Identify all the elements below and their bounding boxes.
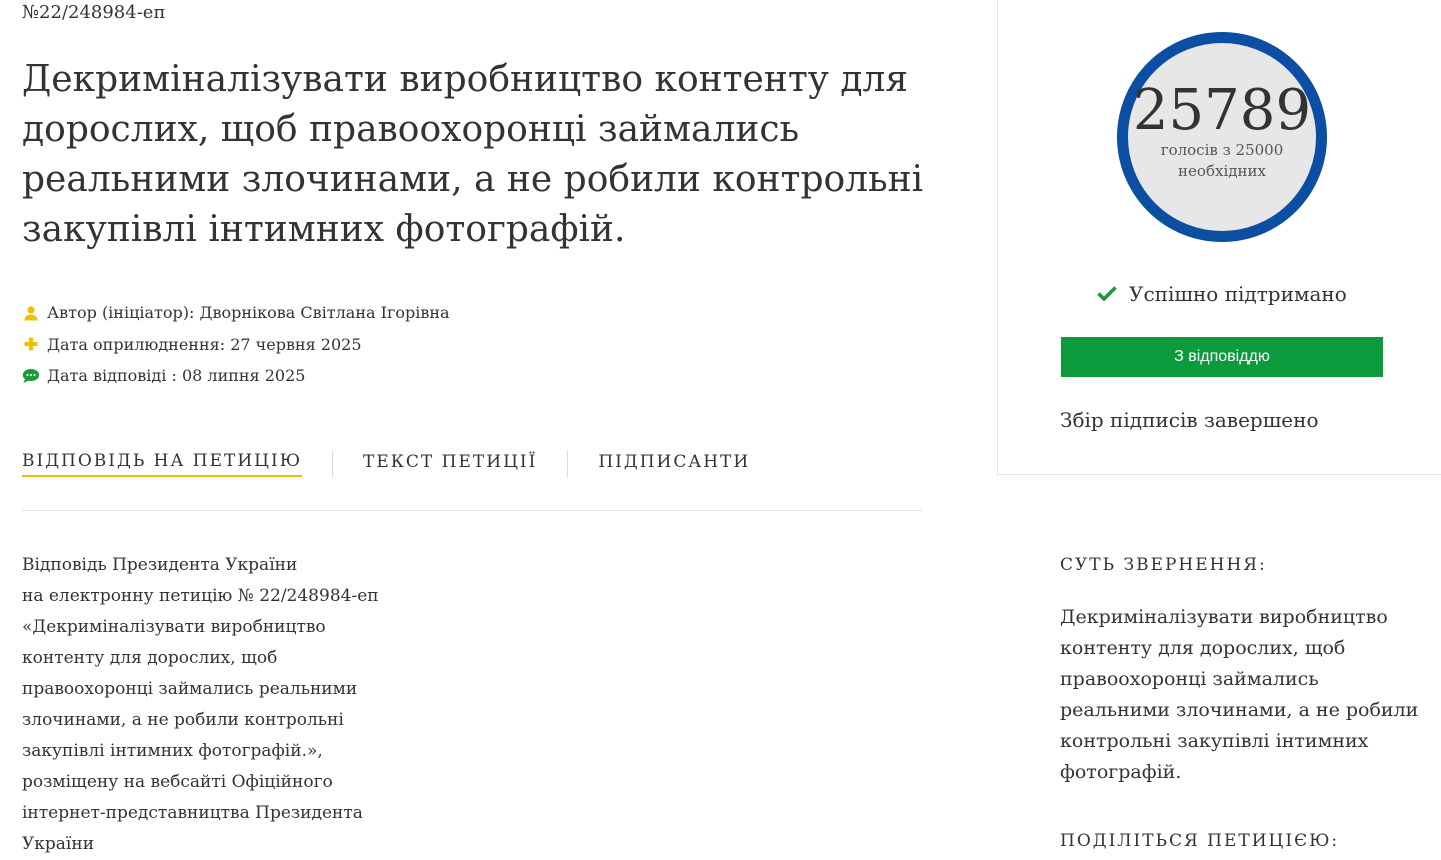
meta-published: Дата оприлюднення: 27 червня 2025: [22, 329, 450, 361]
vote-counter: 25789 голосів з 25000 необхідних: [1117, 32, 1327, 242]
answer-line: злочинами, а не робили контрольні: [22, 710, 344, 730]
status-badge: Успішно підтримано: [1097, 282, 1347, 306]
essence-line: контрольні закупівлі інтимних: [1060, 730, 1369, 752]
essence-line: реальними злочинами, а не робили: [1060, 699, 1419, 721]
meta-published-text: Дата оприлюднення: 27 червня 2025: [47, 334, 362, 354]
essence-line: контенту для дорослих, щоб: [1060, 637, 1346, 659]
meta-answered-text: Дата відповіді : 08 липня 2025: [47, 366, 306, 386]
meta-author: Автор (ініціатор): Дворнікова Світлана І…: [22, 297, 450, 329]
petition-tabs: ВІДПОВІДЬ НА ПЕТИЦІЮ ТЕКСТ ПЕТИЦІЇ ПІДПИ…: [22, 450, 750, 478]
tabs-divider: [22, 510, 922, 511]
essence-line: правоохоронці займались: [1060, 668, 1319, 690]
check-icon: [1097, 282, 1117, 306]
user-icon: [22, 304, 40, 322]
petition-title: Декриміналізувати виробництво контенту д…: [22, 59, 924, 250]
with-answer-button[interactable]: З відповіддю: [1061, 337, 1383, 377]
share-heading: ПОДІЛІТЬСЯ ПЕТИЦІЄЮ:: [1060, 831, 1340, 851]
essence-line: Декриміналізувати виробництво: [1060, 606, 1388, 628]
answer-text: Відповідь Президента України на електрон…: [22, 550, 422, 860]
essence-heading: СУТЬ ЗВЕРНЕННЯ:: [1060, 555, 1267, 575]
vote-count: 25789: [1132, 78, 1312, 143]
answer-line: Відповідь Президента України: [22, 555, 298, 575]
essence-text: Декриміналізувати виробництво контенту д…: [1060, 602, 1440, 788]
answer-line: контенту для дорослих, щоб: [22, 648, 278, 668]
tab-divider: [332, 451, 334, 477]
answer-line: інтернет-представництва Президента: [22, 803, 363, 823]
essence-line: фотографій.: [1060, 761, 1182, 783]
comment-icon: [22, 367, 40, 385]
tab-petition-text[interactable]: ТЕКСТ ПЕТИЦІЇ: [363, 452, 537, 476]
answer-line: на електронну петицію № 22/248984-еп: [22, 586, 379, 606]
answer-line: правоохоронці займались реальними: [22, 679, 358, 699]
answer-line: розміщену на вебсайті Офіційного: [22, 772, 333, 792]
vote-caption: голосів з 25000 необхідних: [1160, 141, 1284, 180]
answer-line: закупівлі інтимних фотографій.»,: [22, 741, 323, 761]
meta-answered: Дата відповіді : 08 липня 2025: [22, 360, 450, 392]
answer-line: «Декриміналізувати виробництво: [22, 617, 326, 637]
tab-signatories[interactable]: ПІДПИСАНТИ: [598, 452, 750, 476]
collection-status: Збір підписів завершено: [1060, 408, 1319, 432]
status-text: Успішно підтримано: [1129, 282, 1347, 306]
tab-divider: [567, 451, 569, 477]
answer-line: України: [22, 834, 95, 854]
meta-author-text: Автор (ініціатор): Дворнікова Світлана І…: [47, 303, 450, 323]
petition-number: №22/248984-еп: [22, 2, 166, 23]
plus-icon: [22, 335, 40, 353]
petition-meta: Автор (ініціатор): Дворнікова Світлана І…: [22, 297, 450, 392]
tab-answer[interactable]: ВІДПОВІДЬ НА ПЕТИЦІЮ: [22, 451, 303, 477]
